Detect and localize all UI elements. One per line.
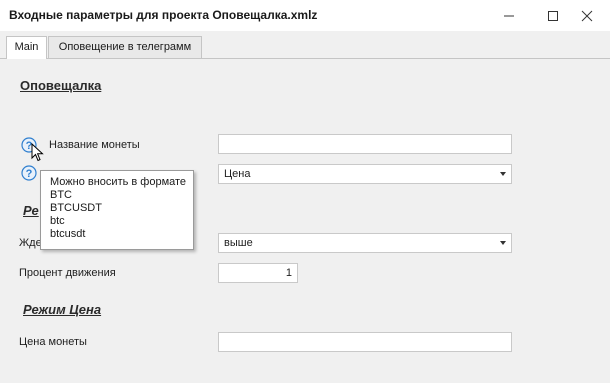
chevron-down-icon — [500, 241, 506, 245]
section-title-mode-partial: Ре — [23, 203, 39, 218]
help-icon[interactable]: ? — [21, 165, 37, 181]
mouse-cursor-icon — [31, 143, 44, 162]
minimize-button[interactable] — [486, 0, 532, 31]
section-title-price: Режим Цена — [23, 302, 102, 317]
percent-input[interactable]: 1 — [218, 263, 298, 283]
tab-strip: Main Оповещение в телеграмм — [0, 31, 610, 59]
section-title-main: Оповещалка — [20, 78, 102, 93]
percent-label: Процент движения — [19, 267, 116, 279]
tooltip-line: Можно вносить в формате — [50, 176, 187, 188]
chevron-down-icon — [500, 172, 506, 176]
wait-select[interactable]: выше — [218, 233, 512, 253]
coin-price-label: Цена монеты — [19, 336, 87, 348]
title-bar: Входные параметры для проекта Оповещалка… — [0, 0, 610, 31]
tooltip-line: BTCUSDT — [50, 202, 102, 214]
tab-main[interactable]: Main — [6, 36, 47, 59]
close-button[interactable] — [564, 0, 610, 31]
tooltip-line: BTC — [50, 189, 72, 201]
tooltip-line: btcusdt — [50, 228, 86, 240]
tooltip-line: btc — [50, 215, 65, 227]
coin-name-input[interactable] — [218, 134, 512, 154]
coin-price-input[interactable] — [218, 332, 512, 352]
svg-text:?: ? — [26, 168, 33, 180]
mode-select[interactable]: Цена — [218, 164, 512, 184]
wait-select-value: выше — [224, 237, 253, 249]
coin-name-label: Название монеты — [49, 139, 140, 151]
mode-select-value: Цена — [224, 168, 251, 180]
help-tooltip: Можно вносить в формате BTC BTCUSDT btc … — [40, 170, 194, 250]
wait-label: Жде — [19, 237, 42, 249]
maximize-icon — [548, 11, 558, 21]
tab-telegram[interactable]: Оповещение в телеграмм — [48, 36, 202, 59]
close-icon — [581, 10, 593, 22]
window-title: Входные параметры для проекта Оповещалка… — [9, 8, 318, 22]
minimize-icon — [504, 15, 514, 17]
